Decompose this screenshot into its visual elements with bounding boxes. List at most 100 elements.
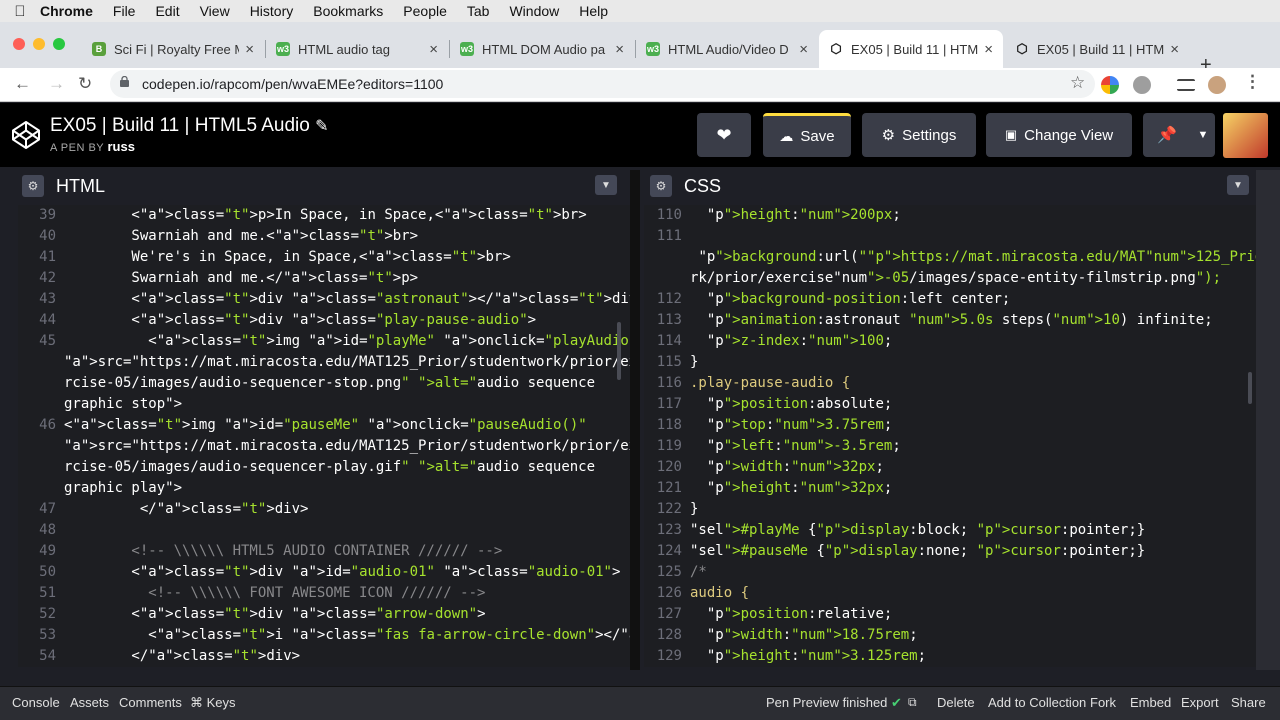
settings-extension-icon[interactable] [1133,76,1151,94]
css-code-line[interactable]: 115} [644,352,699,373]
menu-item-tab[interactable]: Tab [467,3,490,19]
close-tab-icon[interactable]: × [615,41,624,58]
pin-button[interactable]: 📌 [1143,113,1191,157]
change-view-button[interactable]: ▣ Change View [986,113,1132,157]
css-code-line[interactable]: 124 "sel">#pauseMe {"p">display:none; "p"… [644,541,1146,562]
html-code-line[interactable]: 51 <!-- \\\\\\ FONT AWESOME ICON ////// … [18,583,485,604]
browser-tab[interactable]: ⬡ EX05 | Build 11 | HTM × [819,30,1003,68]
html-code-line[interactable]: 44 <"a">class="t">div "a">class="play-pa… [18,310,536,331]
css-code-editor[interactable]: 110 "p">height:"num">200px; 111 "p">backg… [644,205,1256,667]
html-code-line[interactable]: 45 <"a">class="t">img "a">id="playMe" "a… [18,331,630,352]
html-code-line[interactable]: graphic play"> [18,478,182,499]
css-code-line[interactable]: 119 "p">left:"num">-3.5rem; [644,436,901,457]
menu-item-help[interactable]: Help [579,3,608,19]
menu-item-chrome[interactable]: Chrome [40,3,93,19]
export-button[interactable]: Export [1181,695,1219,710]
settings-button[interactable]: ⚙ Settings [862,113,976,157]
profile-avatar[interactable] [1208,76,1226,94]
zoom-window-icon[interactable] [53,38,65,50]
html-collapse-icon[interactable]: ▼ [595,175,617,195]
css-code-line[interactable]: 126 audio { [644,583,749,604]
assets-button[interactable]: Assets [70,695,109,710]
css-code-line[interactable]: rk/prior/exercise"num">-05/images/space-… [644,268,1221,289]
html-settings-gear-icon[interactable]: ⚙ [22,175,44,197]
share-button[interactable]: Share [1231,695,1266,710]
menu-item-people[interactable]: People [403,3,447,19]
css-code-line[interactable]: 122} [644,499,699,520]
css-code-line[interactable]: 114 "p">z-index:"num">100; [644,331,893,352]
bookmark-star-icon[interactable]: ☆ [1070,73,1085,93]
html-code-line[interactable]: 48 [18,520,64,541]
browser-tab[interactable]: B Sci Fi | Royalty Free M × [82,30,264,68]
html-code-line[interactable]: 43 <"a">class="t">div "a">class="astrona… [18,289,630,310]
editor-resize-handle[interactable] [630,170,640,670]
css-code-line[interactable]: 121 "p">height:"num">32px; [644,478,893,499]
css-code-line[interactable]: 120 "p">width:"num">32px; [644,457,884,478]
close-window-icon[interactable] [13,38,25,50]
comments-button[interactable]: Comments [119,695,182,710]
minimize-window-icon[interactable] [33,38,45,50]
delete-button[interactable]: Delete [937,695,975,710]
chrome-menu-icon[interactable]: ⋮ [1244,72,1261,92]
close-tab-icon[interactable]: × [245,41,254,58]
menu-item-file[interactable]: File [113,3,136,19]
html-code-line[interactable]: 40 Swarniah and me.<"a">class="t">br> [18,226,418,247]
author-link[interactable]: russ [108,139,135,154]
css-code-line[interactable]: 117 "p">position:absolute; [644,394,893,415]
love-button[interactable]: ❤ [697,113,751,157]
menu-item-edit[interactable]: Edit [155,3,179,19]
close-tab-icon[interactable]: × [984,41,993,58]
html-code-line[interactable]: 47 </"a">class="t">div> [18,499,308,520]
menu-item-view[interactable]: View [200,3,230,19]
css-code-line[interactable]: 118 "p">top:"num">3.75rem; [644,415,893,436]
browser-tab[interactable]: w3 HTML DOM Audio pa × [450,30,634,68]
apple-icon[interactable]:  [0,3,40,20]
css-code-line[interactable]: 127 "p">position:relative; [644,604,893,625]
fork-button[interactable]: Fork [1090,695,1116,710]
menu-item-window[interactable]: Window [509,3,559,19]
pin-dropdown-button[interactable]: ▼ [1191,113,1215,157]
css-code-line[interactable]: 123 "sel">#playMe {"p">display:block; "p"… [644,520,1145,541]
browser-tab[interactable]: w3 HTML Audio/Video D × [636,30,818,68]
css-code-line[interactable]: 112 "p">background-position:left center; [644,289,1011,310]
html-code-line[interactable]: 46 <"a">class="t">img "a">id="pauseMe" "a… [18,415,587,436]
css-code-line[interactable]: "p">background:url(""p">https://mat.mira… [644,247,1256,268]
extension-icon[interactable] [1101,76,1119,94]
html-code-line[interactable]: 41 We're's in Space, in Space,<"a">class… [18,247,511,268]
html-code-line[interactable]: "a">src="https://mat.miracosta.edu/MAT12… [18,436,630,457]
css-settings-gear-icon[interactable]: ⚙ [650,175,672,197]
user-avatar[interactable] [1223,113,1268,158]
close-tab-icon[interactable]: × [1170,41,1179,58]
reload-icon[interactable]: ↻ [78,74,92,94]
html-code-line[interactable]: 53 <"a">class="t">i "a">class="fas fa-ar… [18,625,630,646]
js-editor-collapsed[interactable] [1256,170,1280,670]
menu-item-history[interactable]: History [250,3,294,19]
html-code-line[interactable]: 49 <!-- \\\\\\ HTML5 AUDIO CONTAINER ///… [18,541,502,562]
css-code-line[interactable]: 111 [644,226,690,247]
pen-title[interactable]: EX05 | Build 11 | HTML5 Audio ✎ [50,115,329,137]
css-code-line[interactable]: 128 "p">width:"num">18.75rem; [644,625,918,646]
html-code-line[interactable]: 42 Swarniah and me.</"a">class="t">p> [18,268,418,289]
back-icon[interactable]: ← [14,74,31,94]
html-scrollbar[interactable] [617,322,621,380]
close-tab-icon[interactable]: × [429,41,438,58]
css-code-line[interactable]: 113 "p">animation:astronaut "num">5.0s s… [644,310,1213,331]
css-code-line[interactable]: 110 "p">height:"num">200px; [644,205,901,226]
codepen-logo-icon[interactable] [10,119,42,151]
html-code-line[interactable]: "a">src="https://mat.miracosta.edu/MAT12… [18,352,630,373]
keys-button[interactable]: ⌘ Keys [190,695,236,711]
save-button[interactable]: ☁ Save [763,113,851,157]
browser-tab[interactable]: ⬡ EX05 | Build 11 | HTM × [1005,30,1189,68]
css-code-line[interactable]: 116 .play-pause-audio { [644,373,850,394]
add-to-collection-button[interactable]: Add to Collection [988,695,1086,710]
close-tab-icon[interactable]: × [799,41,808,58]
menu-item-bookmarks[interactable]: Bookmarks [313,3,383,19]
open-external-icon[interactable]: ⧉ [908,695,917,710]
html-code-line[interactable]: graphic stop"> [18,394,182,415]
html-code-line[interactable]: 52 <"a">class="t">div "a">class="arrow-d… [18,604,485,625]
console-button[interactable]: Console [12,695,60,710]
html-code-line[interactable]: 39 <"a">class="t">p>In Space, in Space,<… [18,205,587,226]
address-bar[interactable]: codepen.io/rapcom/pen/wvaEMEe?editors=11… [110,70,1095,98]
html-code-line[interactable]: rcise-05/images/audio-sequencer-play.gif… [18,457,595,478]
forward-icon[interactable]: → [48,74,65,94]
